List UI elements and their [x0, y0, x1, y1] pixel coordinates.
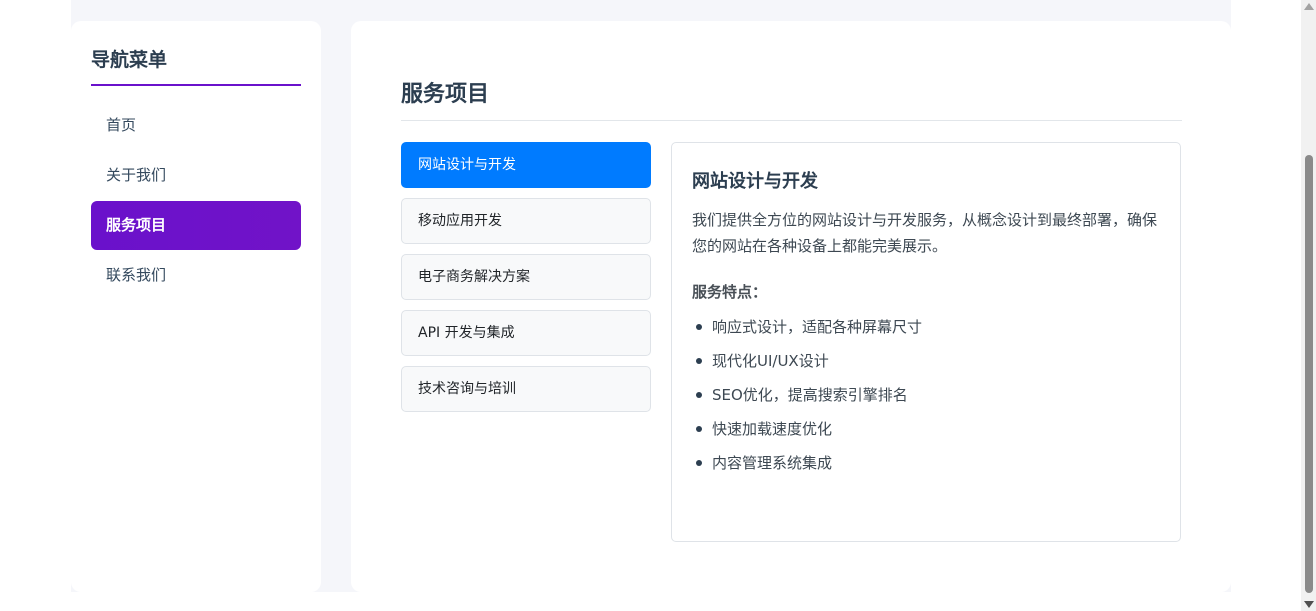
page-title: 服务项目: [401, 82, 490, 107]
tab-consulting[interactable]: 技术咨询与培训: [401, 366, 651, 412]
panel-description: 我们提供全方位的网站设计与开发服务，从概念设计到最终部署，确保您的网站在各种设备…: [692, 211, 1158, 255]
features-list: 响应式设计，适配各种屏幕尺寸 现代化UI/UX设计 SEO优化，提高搜索引擎排名…: [692, 310, 1160, 480]
sidebar: 导航菜单 首页 关于我们 服务项目 联系我们: [71, 21, 321, 592]
list-item: 快速加载速度优化: [692, 412, 1160, 446]
sidebar-item-about[interactable]: 关于我们: [91, 151, 301, 200]
scroll-up-arrow-icon[interactable]: [1304, 3, 1314, 10]
list-item: 内容管理系统集成: [692, 446, 1160, 480]
title-divider: [401, 120, 1182, 121]
service-detail-panel: 网站设计与开发 我们提供全方位的网站设计与开发服务，从概念设计到最终部署，确保您…: [671, 142, 1181, 542]
service-tabs: 网站设计与开发 移动应用开发 电子商务解决方案 API 开发与集成 技术咨询与培…: [401, 142, 651, 422]
sidebar-item-services[interactable]: 服务项目: [91, 201, 301, 250]
tab-api[interactable]: API 开发与集成: [401, 310, 651, 356]
sidebar-title: 导航菜单: [91, 45, 301, 86]
scrollbar-thumb[interactable]: [1305, 155, 1313, 593]
list-item: SEO优化，提高搜索引擎排名: [692, 378, 1160, 412]
features-title: 服务特点：: [692, 283, 768, 301]
tab-ecommerce[interactable]: 电子商务解决方案: [401, 254, 651, 300]
vertical-scrollbar[interactable]: [1301, 0, 1316, 611]
scroll-down-arrow-icon[interactable]: [1304, 601, 1314, 608]
tab-web-design[interactable]: 网站设计与开发: [401, 142, 651, 188]
main-content: 服务项目 网站设计与开发 移动应用开发 电子商务解决方案 API 开发与集成 技…: [351, 21, 1231, 592]
panel-title: 网站设计与开发: [692, 171, 818, 192]
list-item: 现代化UI/UX设计: [692, 344, 1160, 378]
sidebar-item-contact[interactable]: 联系我们: [91, 251, 301, 300]
sidebar-item-home[interactable]: 首页: [91, 101, 301, 150]
list-item: 响应式设计，适配各种屏幕尺寸: [692, 310, 1160, 344]
tab-mobile-app[interactable]: 移动应用开发: [401, 198, 651, 244]
sidebar-nav: 首页 关于我们 服务项目 联系我们: [91, 101, 301, 300]
